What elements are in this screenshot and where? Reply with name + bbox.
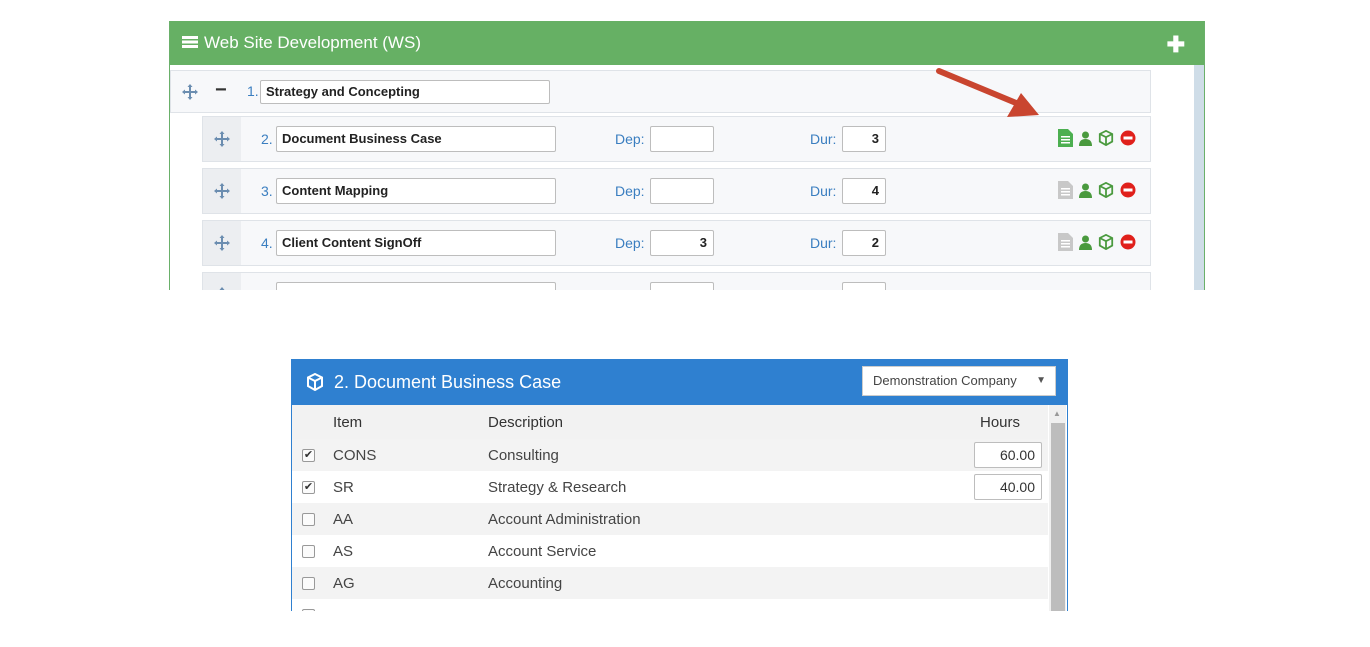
document-icon-gray[interactable] bbox=[1058, 233, 1073, 251]
add-task-icon[interactable]: ✚ bbox=[1167, 32, 1185, 58]
dep-input[interactable] bbox=[650, 178, 714, 204]
dur-input[interactable]: 4 bbox=[842, 178, 886, 204]
dur-input[interactable]: 2 bbox=[842, 230, 886, 256]
dep-label: Dep: bbox=[615, 235, 645, 251]
task-row bbox=[202, 272, 1151, 290]
task-name-input[interactable]: Content Mapping bbox=[276, 178, 556, 204]
user-icon[interactable] bbox=[1079, 131, 1092, 146]
user-icon[interactable] bbox=[1079, 183, 1092, 198]
move-handle-icon[interactable] bbox=[171, 71, 209, 112]
item-description: Strategy & Research bbox=[488, 478, 627, 496]
scrollbar[interactable] bbox=[1194, 65, 1204, 290]
items-table: Item Description Hours ✔ CONS Consulting 60… bbox=[292, 405, 1048, 611]
item-code: AG bbox=[333, 574, 355, 592]
row-checkbox[interactable] bbox=[302, 544, 315, 558]
cube-icon[interactable] bbox=[1098, 234, 1114, 250]
row-checkbox[interactable] bbox=[302, 608, 315, 611]
task-actions bbox=[1058, 129, 1136, 147]
document-icon-green[interactable] bbox=[1058, 129, 1073, 147]
annotation-arrow-icon bbox=[936, 68, 1039, 117]
table-header: Item Description Hours bbox=[292, 405, 1048, 439]
items-header: 2. Document Business Case Demonstration … bbox=[292, 359, 1067, 405]
table-row bbox=[292, 599, 1048, 611]
col-description: Description bbox=[488, 413, 564, 431]
move-handle-icon[interactable] bbox=[203, 221, 241, 265]
dur-label: Dur: bbox=[810, 131, 837, 147]
dep-label: Dep: bbox=[615, 131, 645, 147]
task-name-input[interactable]: Client Content SignOff bbox=[276, 230, 556, 256]
task-name-input[interactable]: Document Business Case bbox=[276, 126, 556, 152]
remove-icon[interactable] bbox=[1120, 130, 1136, 146]
dur-input[interactable] bbox=[842, 282, 886, 290]
dur-label: Dur: bbox=[810, 183, 837, 199]
project-panel: Web Site Development (WS) ✚ − 1. Strateg… bbox=[169, 21, 1205, 290]
project-title: Web Site Development (WS) bbox=[204, 33, 421, 52]
task-number: 1. bbox=[247, 83, 259, 99]
dep-label: Dep: bbox=[615, 183, 645, 199]
task-actions bbox=[1058, 181, 1136, 199]
items-scrollbar[interactable]: ▲ bbox=[1049, 405, 1066, 611]
dep-input[interactable] bbox=[650, 282, 714, 290]
item-description: Account Service bbox=[488, 542, 597, 560]
dep-input[interactable] bbox=[650, 126, 714, 152]
task-number: 2. bbox=[261, 131, 273, 147]
item-description: Consulting bbox=[488, 446, 559, 464]
cube-icon[interactable] bbox=[1098, 182, 1114, 198]
scroll-up-icon[interactable]: ▲ bbox=[1053, 409, 1061, 418]
collapse-icon[interactable]: − bbox=[215, 80, 227, 100]
item-code: AS bbox=[333, 542, 354, 560]
dur-label: Dur: bbox=[810, 235, 837, 251]
remove-icon[interactable] bbox=[1120, 182, 1136, 198]
hours-input[interactable]: 40.00 bbox=[974, 474, 1042, 500]
table-row: AG Accounting bbox=[292, 567, 1048, 599]
task-row: 3. Content Mapping Dep: Dur: 4 bbox=[202, 168, 1151, 214]
item-code: AA bbox=[333, 510, 354, 528]
company-select-value: Demonstration Company bbox=[873, 373, 1017, 388]
row-checkbox[interactable]: ✔ bbox=[302, 448, 315, 462]
table-row: AS Account Service bbox=[292, 535, 1048, 567]
task-actions bbox=[1058, 233, 1136, 251]
item-description: Account Administration bbox=[488, 510, 641, 528]
task-name-input[interactable] bbox=[276, 282, 556, 290]
task-number: 3. bbox=[261, 183, 273, 199]
remove-icon[interactable] bbox=[1120, 234, 1136, 250]
company-select[interactable]: Demonstration Company ▼ bbox=[862, 366, 1056, 396]
task-row: 4. Client Content SignOff Dep: 3 Dur: 2 bbox=[202, 220, 1151, 266]
dep-input[interactable]: 3 bbox=[650, 230, 714, 256]
items-panel: 2. Document Business Case Demonstration … bbox=[291, 359, 1068, 611]
list-icon bbox=[182, 36, 198, 48]
document-icon-gray[interactable] bbox=[1058, 181, 1073, 199]
row-checkbox[interactable] bbox=[302, 512, 315, 526]
dur-input[interactable]: 3 bbox=[842, 126, 886, 152]
items-title: 2. Document Business Case bbox=[334, 371, 562, 392]
table-row: AA Account Administration bbox=[292, 503, 1048, 535]
item-code: CONS bbox=[333, 446, 377, 464]
item-description: Accounting bbox=[488, 574, 563, 592]
row-checkbox[interactable]: ✔ bbox=[302, 480, 315, 494]
table-row: ✔ SR Strategy & Research 40.00 bbox=[292, 471, 1048, 503]
col-hours: Hours bbox=[979, 413, 1020, 431]
project-header: Web Site Development (WS) ✚ bbox=[170, 21, 1204, 65]
col-item: Item bbox=[333, 413, 363, 431]
cube-icon bbox=[307, 373, 323, 391]
dropdown-caret-icon: ▼ bbox=[1036, 375, 1046, 386]
move-handle-icon[interactable] bbox=[203, 169, 241, 213]
table-row: ✔ CONS Consulting 60.00 bbox=[292, 439, 1048, 471]
move-handle-icon[interactable] bbox=[203, 117, 241, 161]
task-name-input[interactable]: Strategy and Concepting bbox=[260, 80, 550, 104]
move-handle-icon[interactable] bbox=[203, 273, 241, 290]
hours-input[interactable]: 60.00 bbox=[974, 442, 1042, 468]
task-number: 4. bbox=[261, 235, 273, 251]
row-checkbox[interactable] bbox=[302, 576, 315, 590]
item-code: SR bbox=[333, 478, 354, 496]
user-icon[interactable] bbox=[1079, 235, 1092, 250]
cube-icon[interactable] bbox=[1098, 130, 1114, 146]
scroll-thumb[interactable] bbox=[1051, 423, 1065, 611]
